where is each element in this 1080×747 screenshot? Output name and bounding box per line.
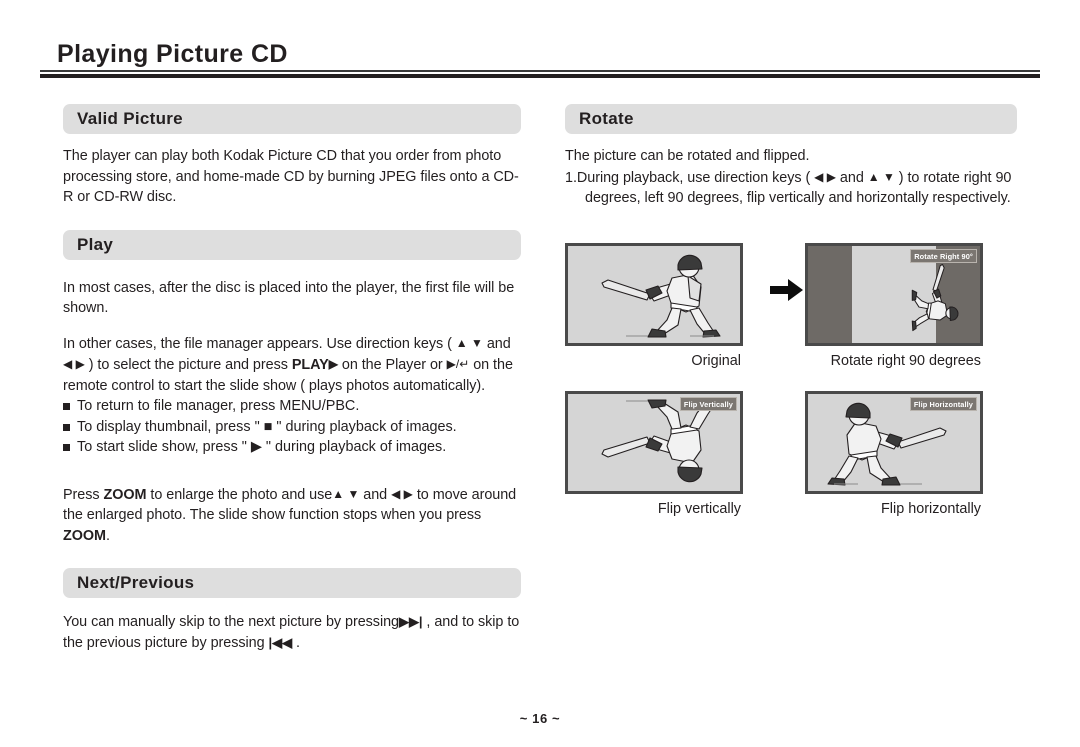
rotate-step-text-b: and: [835, 169, 868, 186]
play-paragraph-1: In most cases, after the disc is placed …: [63, 279, 515, 317]
figure-flip-vertically: Flip Vertically Flip vertically: [565, 391, 743, 517]
rotate-paragraph: The picture can be rotated and flipped.: [565, 148, 810, 164]
play-arrow-icon: ▶: [328, 357, 338, 371]
updown-arrows-icon: ▲ ▼: [455, 335, 483, 350]
play-p2-text-a: In other cases, the file manager appears…: [63, 335, 456, 352]
play-bullet-3: To start slide show, press " ▶ " during …: [77, 439, 447, 455]
leftright-arrows-icon: ◀ ▶: [391, 486, 413, 501]
zoom-paragraph: Press ZOOM to enlarge the photo and use▲…: [63, 484, 521, 547]
preview-screen-rotated: Rotate Right 90°: [805, 243, 983, 346]
play-key-label: PLAY: [291, 357, 329, 373]
remote-play-enter-icon: ▶/↵: [446, 357, 470, 371]
page-title: Playing Picture CD: [57, 40, 288, 68]
rotate-step-number: 1.: [565, 169, 577, 186]
rotate-step-text-a: During playback, use direction keys (: [576, 169, 815, 186]
status-badge-rotate: Rotate Right 90°: [910, 249, 977, 263]
play-bullet-2: To display thumbnail, press " ■ " during…: [77, 418, 457, 435]
valid-picture-heading: Valid Picture: [77, 109, 183, 128]
transform-arrow: [768, 277, 806, 303]
square-bullet-icon: [63, 423, 70, 431]
zoom-keyword-2: ZOOM: [63, 527, 106, 544]
figure-caption-flip-horizontal: Flip horizontally: [881, 501, 981, 517]
figure-flip-horizontally: Flip Horizontally Flip horizontally: [805, 391, 983, 517]
section-header-next-previous: Next/Previous: [63, 568, 521, 598]
list-item: To start slide show, press " ▶ " during …: [63, 437, 521, 458]
leftright-arrows-icon: ◀ ▶: [814, 169, 836, 184]
figure-caption-flip-vertical: Flip vertically: [657, 501, 741, 517]
updown-arrows-icon: ▲ ▼: [867, 169, 895, 184]
preview-screen-flip-horizontal: Flip Horizontally: [805, 391, 983, 494]
figure-rotate-right-90: Rotate Right 90° Rotate right 90 degrees: [805, 243, 983, 369]
previous-track-icon: |◀◀: [268, 634, 293, 650]
zoom-text-e: .: [105, 527, 110, 544]
next-previous-paragraph: You can manually skip to the next pictur…: [63, 612, 521, 653]
section-header-rotate: Rotate: [565, 104, 1017, 134]
play-p2-text-c: ) to select the picture and press: [84, 357, 292, 373]
batter-original-image: [601, 254, 721, 338]
rotate-heading: Rotate: [579, 109, 634, 128]
divider-line-thick: [40, 74, 1040, 78]
leftright-arrows-icon: ◀ ▶: [63, 357, 85, 371]
right-column: Rotate The picture can be rotated and fl…: [565, 104, 1017, 209]
right-arrow-icon: [770, 279, 803, 301]
figure-original: Original: [565, 243, 743, 369]
figure-row-bottom: Flip Vertically Flip vertically Flip Hor…: [565, 391, 1020, 517]
status-badge-flip-horizontal: Flip Horizontally: [909, 397, 977, 411]
figure-caption-rotated: Rotate right 90 degrees: [830, 353, 981, 369]
zoom-text-b: to enlarge the photo and use: [146, 486, 333, 503]
play-paragraph-2: In other cases, the file manager appears…: [63, 333, 521, 397]
next-previous-heading: Next/Previous: [77, 573, 195, 592]
document-page: Playing Picture CD Valid Picture The pla…: [0, 0, 1080, 747]
nextprev-text-c: .: [292, 634, 300, 651]
valid-picture-paragraph: The player can play both Kodak Picture C…: [63, 148, 519, 205]
figure-caption-original: Original: [691, 353, 741, 369]
page-footer: ~ 16 ~: [519, 711, 561, 726]
list-item: To return to file manager, press MENU/PB…: [63, 396, 521, 417]
nextprev-text-a: You can manually skip to the next pictur…: [63, 614, 399, 630]
left-column: Valid Picture The player can play both K…: [63, 104, 521, 653]
preview-screen-original: [565, 243, 743, 346]
list-item: To display thumbnail, press " ■ " during…: [63, 417, 521, 438]
play-p2-text-d: on the Player or: [337, 357, 447, 373]
figure-row-top: Original Rotate Right 90° Rotate right 9…: [565, 243, 1020, 369]
figure-grid: Original Rotate Right 90° Rotate right 9…: [565, 243, 1020, 517]
zoom-text-c: and: [359, 486, 392, 503]
play-p2-text-b: and: [482, 335, 511, 352]
title-divider: [40, 70, 1040, 78]
play-bullet-1: To return to file manager, press MENU/PB…: [77, 398, 360, 414]
updown-arrows-icon: ▲ ▼: [332, 486, 360, 501]
section-header-valid-picture: Valid Picture: [63, 104, 521, 134]
rotate-step-1: 1.During playback, use direction keys ( …: [565, 167, 1017, 209]
square-bullet-icon: [63, 403, 70, 410]
next-track-icon: ▶▶|: [399, 614, 423, 629]
preview-screen-flip-vertical: Flip Vertically: [565, 391, 743, 494]
zoom-text-a: Press: [63, 486, 104, 503]
section-header-play: Play: [63, 229, 521, 260]
play-heading: Play: [77, 234, 114, 254]
zoom-keyword-1: ZOOM: [103, 486, 147, 503]
square-bullet-icon: [63, 444, 70, 451]
status-badge-flip-vertical: Flip Vertically: [679, 397, 737, 411]
